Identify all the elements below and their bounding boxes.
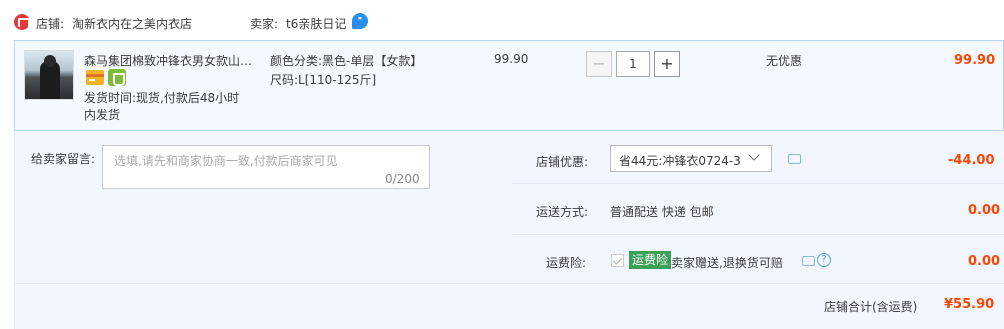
comment-icon[interactable]	[802, 256, 815, 266]
shop-coupon-label: 店铺优惠:	[536, 155, 589, 169]
sku-size: 尺码:L[110-125斤]	[270, 73, 377, 87]
item-discount: 无优惠	[766, 54, 803, 68]
insurance-label: 运费险:	[546, 256, 587, 270]
insurance-tag: 运费险	[629, 251, 672, 269]
seller-name-link[interactable]: t6亲肤日记	[286, 15, 346, 32]
insurance-price: 0.00	[968, 254, 1001, 269]
divider	[512, 234, 1004, 235]
delivery-method: 普通配送 快递 包邮	[610, 205, 714, 219]
quantity-input[interactable]: 1	[616, 51, 650, 77]
shop-logo-icon	[14, 14, 30, 30]
shop-coupon-selected: 省44元:冲锋衣0724-3	[619, 154, 741, 168]
divider	[14, 283, 1004, 284]
message-placeholder: 选填,请先和商家协商一致,付款后商家可见	[114, 154, 338, 168]
help-icon[interactable]: ?	[817, 253, 831, 267]
item-subtotal: 99.90	[954, 53, 996, 68]
sku-color: 颜色分类:黑色-单层【女款】	[270, 54, 423, 68]
insurance-description: 卖家赠送,退换货可赔	[671, 256, 783, 270]
coupon-discount-amount: -44.00	[948, 153, 995, 168]
product-title-link[interactable]: 森马集团棉致冲锋衣男女款山系…	[84, 52, 262, 69]
ship-time-text: 发货时间:现货,付款后48小时	[84, 91, 240, 105]
delivery-label: 运送方式:	[536, 205, 589, 219]
shop-label: 店铺:	[36, 17, 65, 31]
message-label: 给卖家留言:	[31, 152, 96, 166]
divider	[512, 183, 1004, 184]
shop-name-link[interactable]: 淘新衣内在之美内衣店	[72, 15, 192, 32]
seller-label: 卖家:	[250, 17, 279, 31]
chat-seller-icon[interactable]: ❞	[352, 13, 368, 29]
unit-price: 99.90	[494, 52, 529, 66]
ship-time-text-2: 内发货	[84, 108, 121, 122]
message-char-count: 0/200	[385, 172, 420, 186]
product-thumbnail[interactable]	[24, 50, 74, 100]
consumer-guarantee-badge-icon[interactable]	[108, 69, 126, 86]
delivery-price: 0.00	[968, 203, 1001, 218]
shop-total-value: ¥55.90	[944, 297, 995, 312]
quantity-decrease-button[interactable]: −	[586, 51, 612, 77]
comment-icon[interactable]	[788, 154, 801, 164]
shop-total-label: 店铺合计(含运费)	[824, 300, 918, 314]
insurance-checkbox[interactable]	[611, 254, 624, 267]
quantity-increase-button[interactable]: +	[654, 51, 680, 77]
credit-card-badge-icon[interactable]	[86, 70, 104, 85]
